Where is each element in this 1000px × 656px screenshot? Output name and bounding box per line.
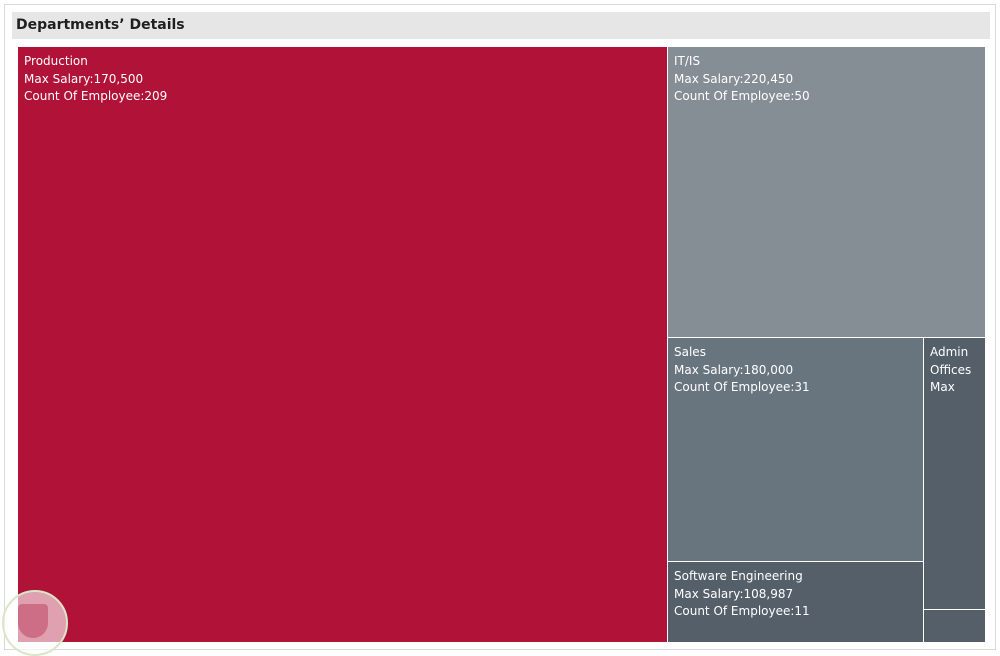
tile-department-label: Sales <box>674 345 706 359</box>
tile-max-salary-label: Max Salary:170,500 <box>24 71 144 86</box>
tile-count-label: Count Of Employee:209 <box>24 89 168 103</box>
tile-max-salary-label: Max Salary:108,987 <box>674 586 794 601</box>
tile-count-label: Count Of Employee:31 <box>674 380 810 394</box>
tile-max-salary-label: Max Salary:220,450 <box>674 71 794 86</box>
tile-department-label: Admin Offices <box>930 345 972 377</box>
treemap-tile[interactable]: Admin Offices Max <box>924 338 985 609</box>
treemap-tile[interactable]: Production Max Salary:170,500 Count Of Emp… <box>18 47 667 642</box>
treemap-tile[interactable]: IT/IS Max Salary:220,450 Count Of Employee… <box>668 47 985 337</box>
chart-title: Departments’ Details <box>16 17 185 33</box>
title-bar: Departments’ Details <box>12 12 990 39</box>
treemap-tile[interactable]: Sales Max Salary:180,000 Count Of Employee… <box>668 338 923 561</box>
tile-max-salary-label: Max Salary:180,000 <box>674 362 794 377</box>
tile-department-label: Software Engineering <box>674 569 803 583</box>
tile-count-label: Count Of Employee:50 <box>674 89 810 103</box>
treemap-tile[interactable]: Software Engineering Max Salary:108,987 Co… <box>668 562 923 642</box>
tile-max-salary-label: Max <box>930 380 955 394</box>
treemap-tile[interactable] <box>924 610 985 642</box>
treemap: Production Max Salary:170,500 Count Of Emp… <box>18 47 985 642</box>
tile-department-label: Production <box>24 54 88 68</box>
tile-count-label: Count Of Employee:11 <box>674 604 810 618</box>
watermark-logo <box>2 590 68 656</box>
tile-department-label: IT/IS <box>674 54 701 68</box>
